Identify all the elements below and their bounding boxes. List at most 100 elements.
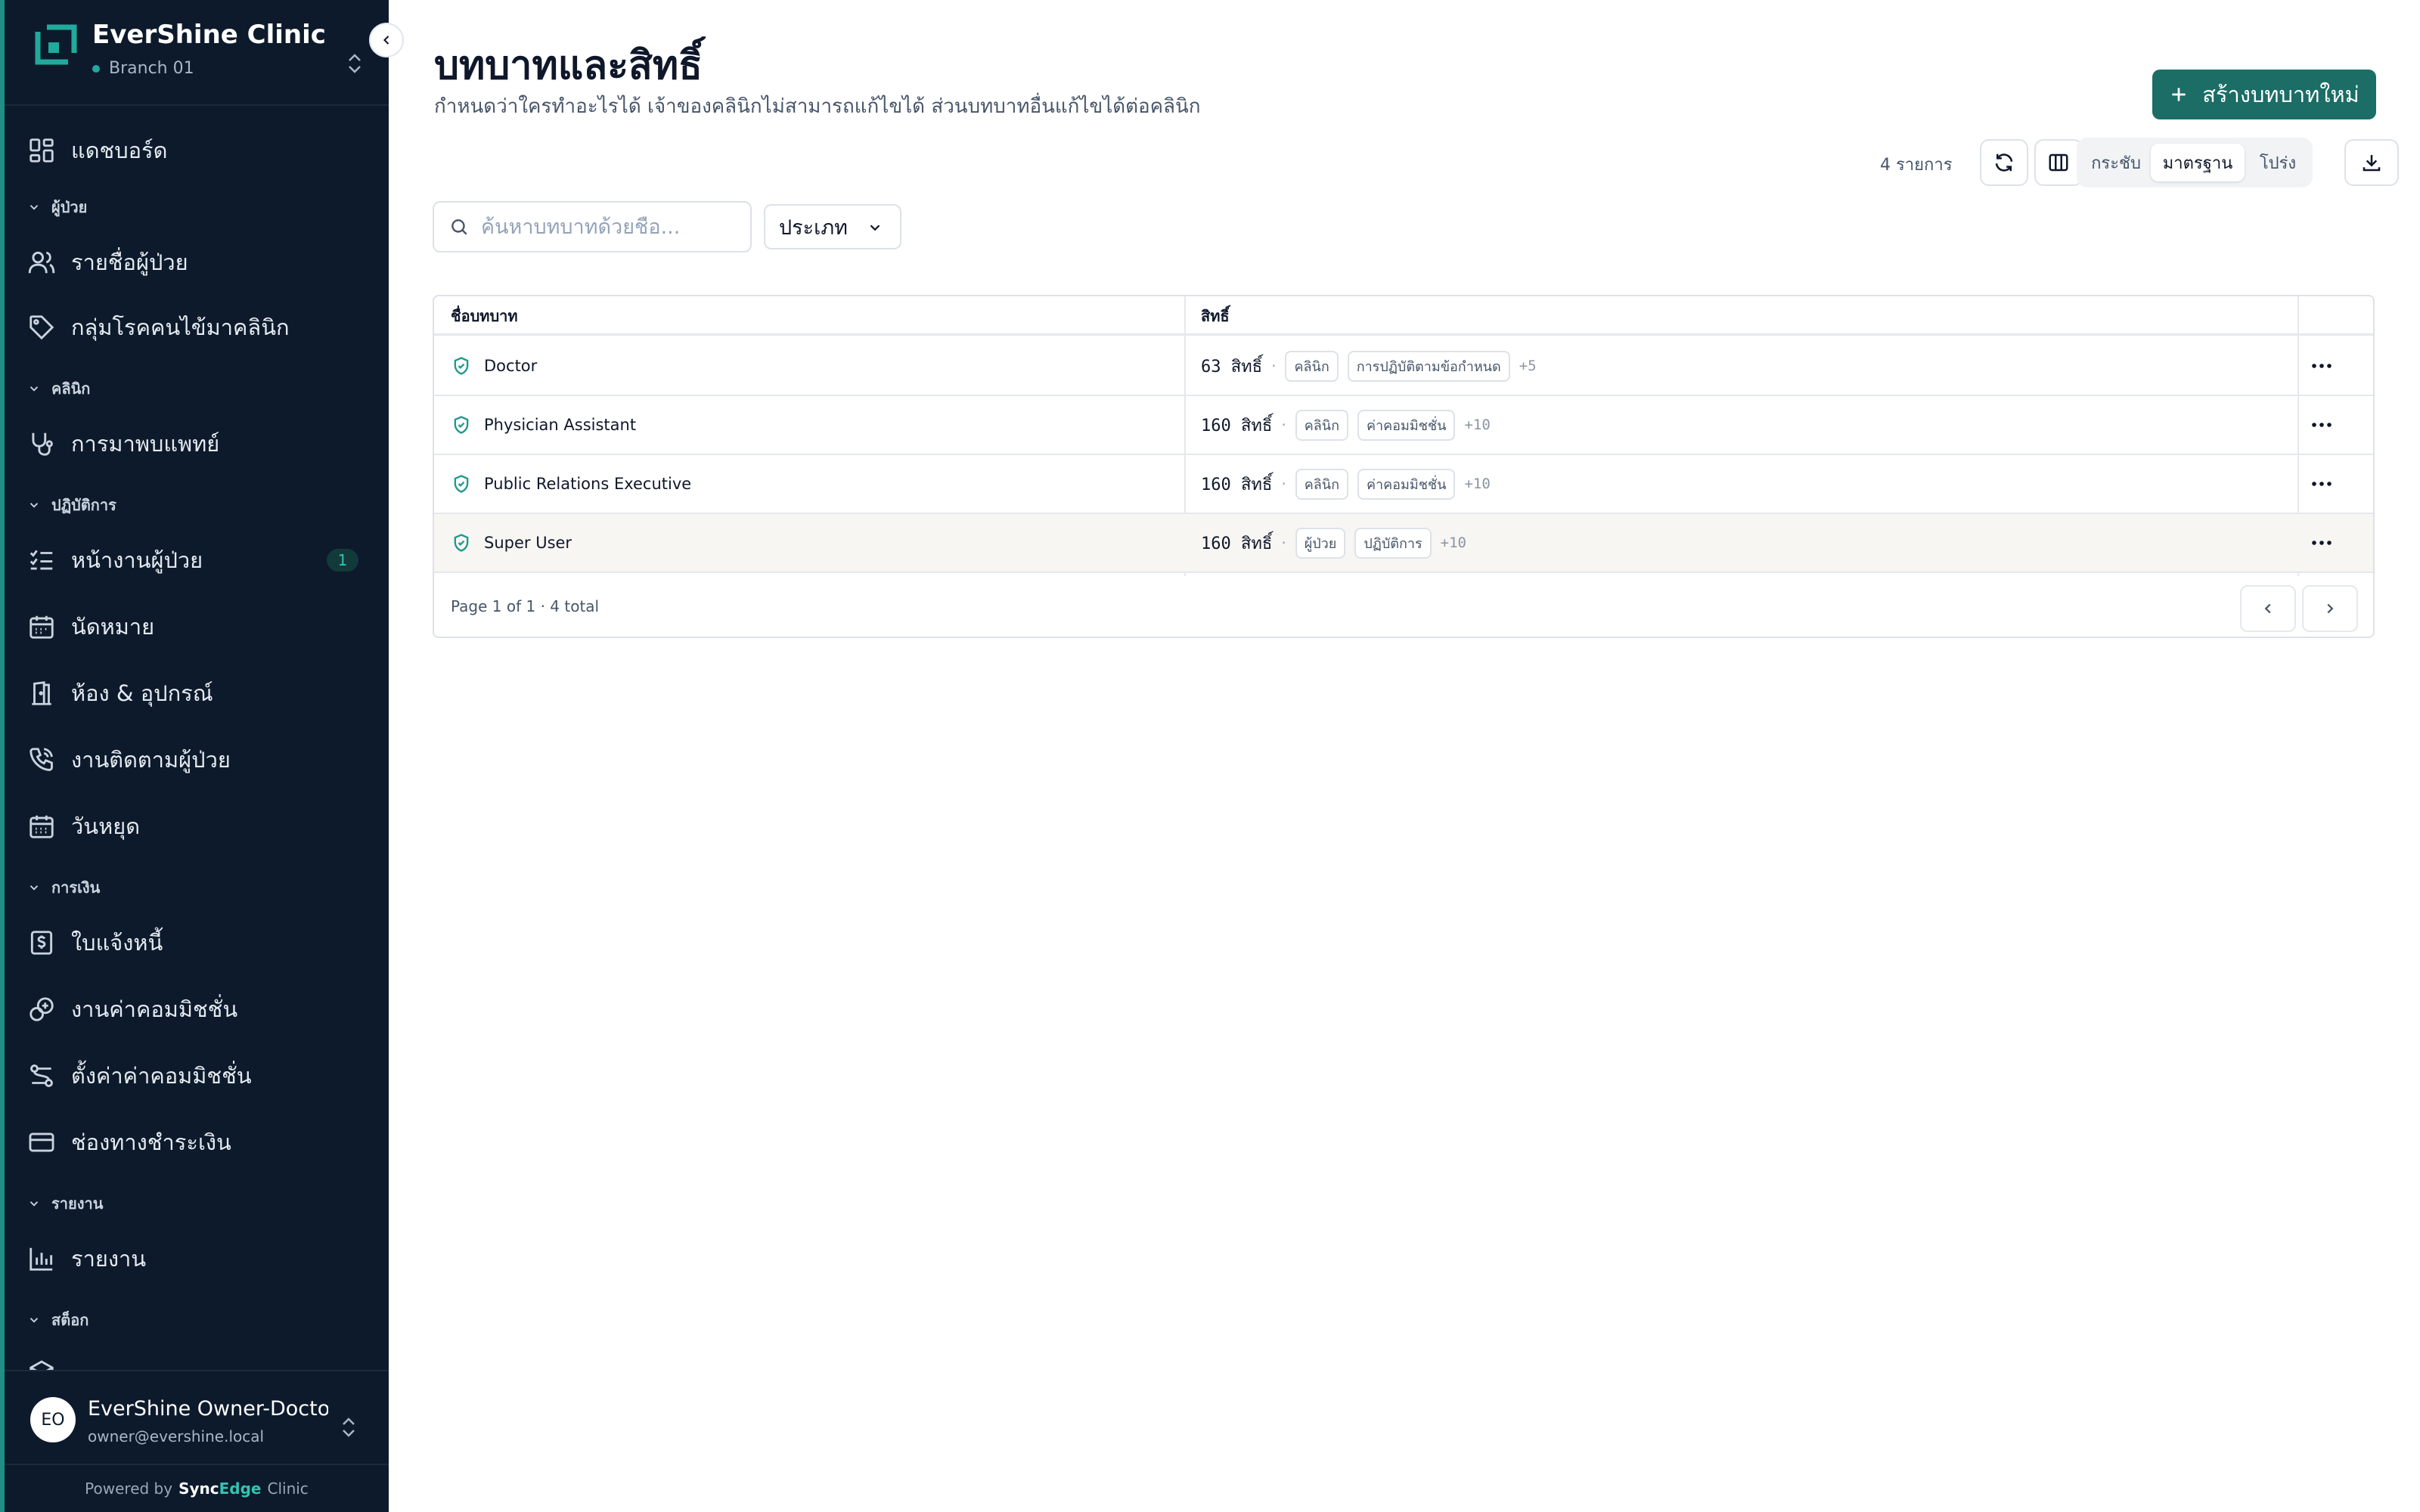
package-icon [29, 1360, 54, 1370]
sidebar-item-label: การมาพบแพทย์ [71, 431, 220, 457]
permission-chip: คลินิก [1295, 409, 1348, 441]
separator-dot: · [1281, 534, 1286, 552]
density-standard[interactable]: มาตรฐาน [2151, 144, 2245, 181]
permission-chip: ค่าคอมมิชชั่น [1357, 409, 1456, 441]
sidebar-item-invoices[interactable]: ใบแจ้งหนี้ [23, 919, 371, 966]
sidebar-item-label: วันหยุด [71, 813, 141, 839]
refresh-icon [1995, 153, 2013, 172]
sidebar-item-patient-tasks[interactable]: หน้างานผู้ป่วย 1 [23, 537, 371, 584]
previous-page-button[interactable] [2240, 585, 2296, 632]
export-button[interactable] [2344, 139, 2399, 186]
chevron-down-icon [870, 225, 880, 231]
density-loose[interactable]: โปร่ง [2249, 144, 2307, 181]
powered-edge: Edge [219, 1479, 262, 1498]
sidebar-item-commission-work[interactable]: งานค่าคอมมิชชั่น [23, 986, 371, 1033]
sidebar-item-dashboard[interactable]: แดชบอร์ด [23, 127, 371, 174]
sidebar-item-disease-groups[interactable]: กลุ่มโรคคนไข้มาคลินิก [23, 304, 371, 351]
table-row[interactable]: Super User 160 สิทธิ์ · ผู้ป่วย ปฏิบัติก… [434, 514, 2373, 573]
search-field[interactable] [433, 201, 752, 253]
calendar-icon [29, 615, 54, 639]
section-patients[interactable]: ผู้ป่วย [27, 194, 87, 221]
sidebar-nav: แดชบอร์ด ผู้ป่วย รายชื่อผู้ป่วย กลุ่มโรค… [5, 106, 389, 1370]
chevrons-up-down-icon[interactable] [343, 50, 366, 77]
section-reports[interactable]: รายงาน [27, 1190, 103, 1217]
permissions-cell: 160 สิทธิ์ · คลินิก ค่าคอมมิชชั่น +10 [1201, 455, 1491, 513]
stethoscope-icon [32, 432, 53, 456]
sidebar-item-payment-channels[interactable]: ช่องทางชำระเงิน [23, 1119, 371, 1166]
sidebar-item-rooms-equipment[interactable]: ห้อง & อุปกรณ์ [23, 670, 371, 717]
permission-count: 160 สิทธิ์ [1201, 534, 1273, 553]
section-label: รายงาน [51, 1194, 104, 1213]
sidebar: EverShine Clinic Branch 01 แดชบอร์ด ผู้ป… [0, 0, 389, 1512]
chevron-down-icon [29, 503, 39, 508]
row-actions-button[interactable] [2299, 528, 2344, 558]
create-role-button[interactable]: สร้างบทบาทใหม่ [2152, 70, 2376, 119]
density-compact[interactable]: กระชับ [2086, 144, 2146, 181]
columns-button[interactable] [2034, 139, 2083, 186]
section-finance[interactable]: การเงิน [27, 874, 100, 901]
role-name: Super User [484, 534, 572, 552]
sidebar-item-label: นัดหมาย [71, 614, 155, 640]
create-role-label: สร้างบทบาทใหม่ [2202, 82, 2360, 107]
density-toggle: กระชับ มาตรฐาน โปร่ง [2077, 138, 2313, 187]
branch-status-dot [92, 64, 100, 73]
section-stock[interactable]: สต็อก [27, 1306, 88, 1334]
receipt-dollar-icon [30, 931, 53, 955]
permission-count: 63 สิทธิ์ [1201, 357, 1263, 376]
more-permissions-count: +10 [1464, 417, 1491, 433]
pagination: Page 1 of 1 · 4 total [434, 576, 2373, 637]
row-actions-button[interactable] [2299, 351, 2344, 381]
collapse-sidebar-button[interactable] [369, 23, 404, 57]
shield-check-icon [454, 534, 469, 552]
pagination-summary: Page 1 of 1 · 4 total [451, 597, 600, 615]
columns-icon [2049, 153, 2068, 172]
table-row[interactable]: Physician Assistant 160 สิทธิ์ · คลินิก … [434, 396, 2373, 455]
sidebar-item-stock-partial[interactable] [23, 1350, 371, 1370]
chevron-left-icon [2264, 603, 2271, 614]
sidebar-item-holidays[interactable]: วันหยุด [23, 803, 371, 850]
section-label: การเงิน [51, 878, 101, 897]
user-name: EverShine Owner-Doctor [88, 1397, 328, 1421]
refresh-button[interactable] [1980, 139, 2028, 186]
sidebar-item-patient-list[interactable]: รายชื่อผู้ป่วย [23, 239, 371, 286]
permission-chip: ปฏิบัติการ [1354, 527, 1432, 559]
section-label: ปฏิบัติการ [51, 496, 116, 514]
separator-dot: · [1271, 357, 1277, 375]
brand-header[interactable]: EverShine Clinic Branch 01 [5, 0, 389, 106]
sidebar-item-label: งานติดตามผู้ป่วย [71, 747, 231, 773]
sidebar-item-label: ตั้งค่าค่าคอมมิชชั่น [71, 1063, 252, 1089]
user-menu[interactable]: EO EverShine Owner-Doctor owner@evershin… [5, 1370, 389, 1464]
role-cell: Physician Assistant [451, 396, 636, 454]
sidebar-item-commission-settings[interactable]: ตั้งค่าค่าคอมมิชชั่น [23, 1052, 371, 1099]
type-filter-label: ประเภท [779, 215, 848, 240]
sidebar-item-appointments[interactable]: นัดหมาย [23, 603, 371, 650]
branch-selector[interactable]: Branch 01 [92, 59, 194, 78]
sidebar-item-doctor-visits[interactable]: การมาพบแพทย์ [23, 420, 371, 467]
column-header-permissions[interactable]: สิทธิ์ [1201, 296, 1230, 336]
role-cell: Doctor [451, 337, 537, 395]
next-page-button[interactable] [2302, 585, 2358, 632]
branch-name: Branch 01 [109, 59, 194, 78]
section-clinic[interactable]: คลินิก [27, 375, 90, 402]
sidebar-item-label: รายชื่อผู้ป่วย [71, 249, 188, 275]
chevrons-up-down-icon[interactable] [337, 1414, 360, 1441]
column-header-role[interactable]: ชื่อบทบาท [451, 296, 518, 336]
row-actions-button[interactable] [2299, 410, 2344, 440]
more-horizontal-icon [2312, 423, 2332, 427]
table-row[interactable]: Doctor 63 สิทธิ์ · คลินิก การปฏิบัติตามข… [434, 337, 2373, 396]
sidebar-item-reports[interactable]: รายงาน [23, 1235, 371, 1282]
sidebar-item-patient-followup[interactable]: งานติดตามผู้ป่วย [23, 736, 371, 783]
chevron-right-icon [2327, 603, 2334, 614]
row-actions-button[interactable] [2299, 469, 2344, 499]
search-input[interactable] [481, 215, 738, 239]
type-filter-dropdown[interactable]: ประเภท [764, 204, 901, 249]
search-icon [451, 219, 467, 235]
table-row[interactable]: Public Relations Executive 160 สิทธิ์ · … [434, 455, 2373, 514]
section-label: ผู้ป่วย [51, 198, 88, 216]
separator-dot: · [1281, 475, 1286, 493]
more-horizontal-icon [2312, 541, 2332, 545]
section-label: สต็อก [51, 1311, 89, 1329]
powered-sync: Sync [178, 1479, 219, 1498]
user-email: owner@evershine.local [88, 1427, 265, 1445]
section-operations[interactable]: ปฏิบัติการ [27, 491, 116, 519]
